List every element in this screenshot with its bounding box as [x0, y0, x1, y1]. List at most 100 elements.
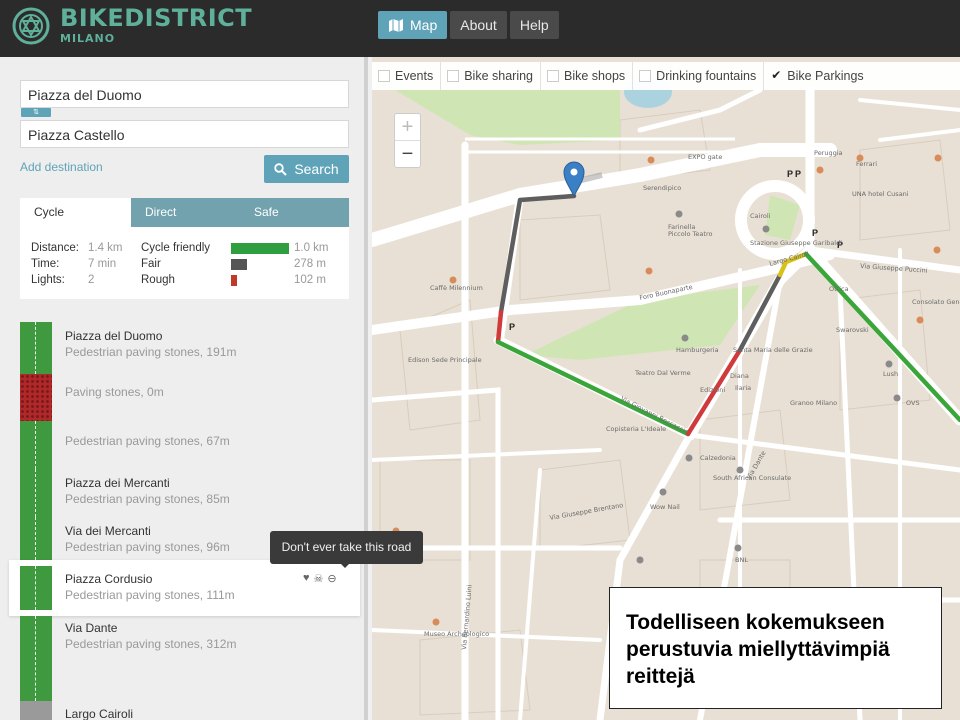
nav-map-label: Map — [410, 17, 438, 33]
lights-label: Lights: — [31, 274, 65, 286]
app-header: BIKEDISTRICT MILANO Map About Help — [0, 0, 960, 57]
map-icon — [389, 18, 403, 32]
distance-value: 1.4 km — [88, 242, 123, 254]
route-step[interactable]: Largo Cairoli — [0, 701, 364, 720]
place-label: Diana — [730, 372, 749, 380]
stats-row: Time: 7 min Fair 278 m — [20, 258, 349, 272]
filter-bike-sharing[interactable]: Bike sharing — [441, 62, 542, 90]
place-label: Granoo Milano — [790, 399, 837, 407]
add-destination-link[interactable]: Add destination — [20, 160, 103, 174]
place-label: Ferrari — [856, 160, 877, 168]
checkbox[interactable] — [447, 70, 460, 82]
brand-name[interactable]: BIKEDISTRICT — [60, 5, 252, 31]
route-step-highlighted[interactable]: Piazza Cordusio Pedestrian paving stones… — [9, 560, 360, 616]
kind-bar — [231, 275, 237, 286]
tab-cycle[interactable]: Cycle — [20, 198, 131, 227]
route-step[interactable]: Piazza del Duomo Pedestrian paving stone… — [0, 322, 364, 374]
zoom-out-button[interactable]: − — [395, 141, 420, 168]
place-label: Edizioni — [700, 386, 725, 394]
surface-strip — [20, 701, 52, 720]
brand-city: MILANO — [60, 32, 116, 45]
nav-map-button[interactable]: Map — [378, 11, 448, 39]
filter-drinking-fountains[interactable]: Drinking fountains — [633, 62, 765, 90]
step-desc: Pedestrian paving stones, 111m — [65, 588, 235, 602]
park-area — [395, 90, 620, 145]
avoid-road-tooltip: Don't ever take this road — [270, 531, 423, 564]
skull-icon[interactable]: ☠ — [314, 572, 324, 585]
surface-strip — [20, 421, 52, 469]
place-label: Consolato Generale di Algeria — [912, 298, 960, 306]
filter-bike-shops[interactable]: Bike shops — [541, 62, 634, 90]
place-label: Lush — [883, 370, 898, 378]
step-actions: ♥ ☠ ⊖ — [303, 572, 337, 585]
search-icon — [274, 162, 288, 176]
nav-help-button[interactable]: Help — [509, 11, 559, 39]
filter-label: Bike Parkings — [787, 69, 864, 83]
kind-length: 278 m — [294, 258, 326, 270]
place-label: Piccolo Teatro — [668, 230, 712, 238]
place-label: Serendipico — [643, 184, 681, 192]
block-icon[interactable]: ⊖ — [327, 572, 336, 585]
search-button[interactable]: Search — [264, 155, 349, 183]
surface-strip — [20, 322, 52, 374]
surface-strip — [20, 374, 52, 421]
kind-label: Fair — [141, 258, 161, 270]
tab-direct[interactable]: Direct — [131, 198, 240, 227]
destination-input[interactable]: Piazza Castello — [20, 120, 349, 148]
step-desc: Paving stones, 0m — [65, 385, 164, 399]
surface-strip — [20, 566, 52, 610]
place-label: Peruggia — [814, 149, 843, 157]
lights-value: 2 — [88, 274, 95, 286]
search-label: Search — [294, 161, 339, 177]
time-value: 7 min — [88, 258, 117, 270]
route-step[interactable]: Piazza dei Mercanti Pedestrian paving st… — [0, 469, 364, 517]
step-desc: Pedestrian paving stones, 312m — [65, 637, 237, 651]
checkbox[interactable]: ✔ — [770, 69, 782, 82]
route-type-tabs: Cycle Direct Safe — [20, 198, 349, 227]
heart-icon[interactable]: ♥ — [303, 572, 310, 585]
parking-marker[interactable]: P — [795, 169, 801, 179]
distance-label: Distance: — [31, 242, 79, 254]
route-step[interactable]: Pedestrian paving stones, 67m — [0, 421, 364, 469]
place-label: Caffè Milennium — [430, 284, 483, 292]
zoom-in-button[interactable]: + — [395, 114, 420, 141]
filter-label: Bike shops — [564, 69, 626, 83]
route-stats: Distance: 1.4 km Cycle friendly 1.0 km T… — [20, 227, 349, 299]
step-desc: Pedestrian paving stones, 85m — [65, 492, 230, 506]
street-label: Via Giuseppe Brentano — [549, 501, 624, 522]
route-step[interactable]: Paving stones, 0m — [0, 374, 364, 421]
main-nav: Map About Help — [378, 11, 559, 39]
kind-length: 102 m — [294, 274, 326, 286]
kind-label: Rough — [141, 274, 175, 286]
surface-strip — [20, 616, 52, 701]
parking-marker[interactable]: P — [787, 169, 793, 179]
parking-marker[interactable]: P — [509, 322, 515, 332]
parking-marker[interactable]: P — [812, 228, 818, 238]
route-step[interactable]: Via Dante Pedestrian paving stones, 312m — [0, 616, 364, 701]
filter-events[interactable]: Events — [372, 62, 442, 90]
map-labels: Foro Buonaparte Via Giovanni Boccaccio V… — [408, 149, 960, 650]
place-label: Copisteria L'Ideale — [606, 425, 666, 433]
tab-safe[interactable]: Safe — [240, 198, 349, 227]
place-label: Calzedonia — [700, 454, 736, 462]
origin-input[interactable]: Piazza del Duomo — [20, 80, 349, 108]
place-label: Cairoli — [750, 212, 771, 220]
checkbox[interactable] — [378, 70, 390, 82]
step-title: Via Dante — [65, 621, 118, 635]
place-label: Museo Archeologico — [424, 630, 489, 638]
layer-filter-bar: Events Bike sharing Bike shops Drinking … — [372, 62, 960, 90]
swap-button[interactable]: ⇅ — [21, 108, 51, 117]
step-title: Piazza del Duomo — [65, 329, 163, 343]
step-desc: Pedestrian paving stones, 191m — [65, 345, 237, 359]
filter-bike-parkings[interactable]: ✔ Bike Parkings — [764, 62, 870, 90]
place-label: BNL — [735, 556, 748, 564]
step-title: Via dei Mercanti — [65, 524, 151, 538]
place-label: South African Consulate — [713, 474, 791, 482]
checkbox[interactable] — [639, 70, 652, 82]
nav-about-button[interactable]: About — [450, 11, 507, 39]
place-label: OVS — [906, 399, 920, 407]
checkbox[interactable] — [547, 70, 560, 82]
filter-label: Drinking fountains — [656, 69, 757, 83]
place-label: Farinella — [668, 223, 695, 231]
step-title: Piazza Cordusio — [65, 572, 153, 586]
